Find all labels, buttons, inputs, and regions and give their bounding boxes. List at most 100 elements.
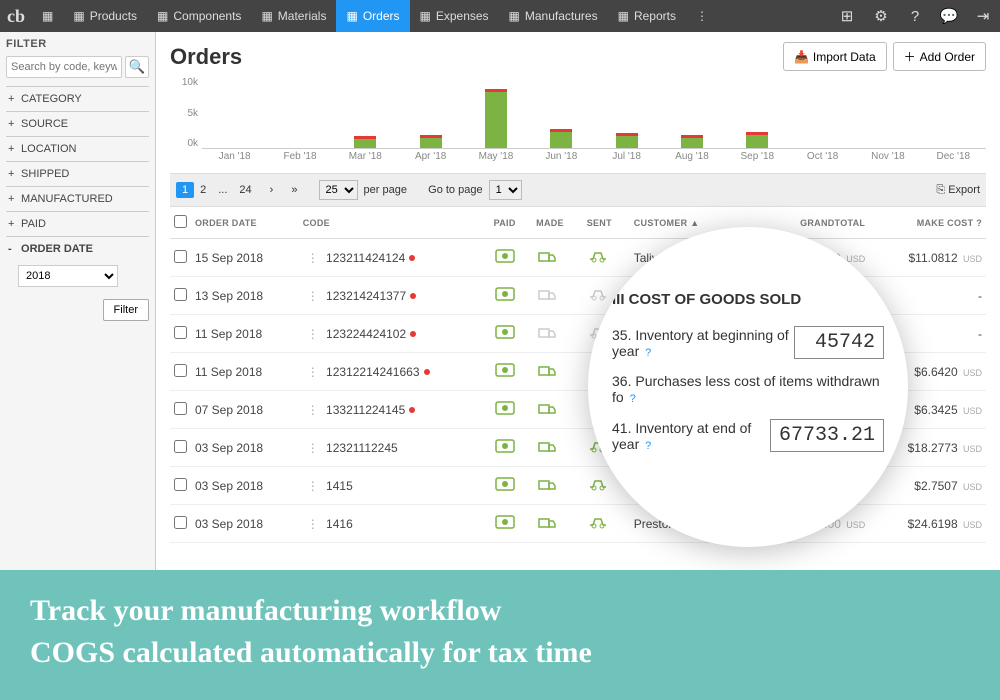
add-order-button[interactable]: ＋Add Order bbox=[893, 42, 986, 71]
filter-category[interactable]: + CATEGORY bbox=[6, 86, 149, 111]
status-icon bbox=[494, 477, 516, 493]
dashboard-icon: ▦ bbox=[42, 9, 53, 23]
layers-icon: ▦ bbox=[261, 9, 272, 23]
plus-icon: ＋ bbox=[904, 48, 916, 65]
import-button[interactable]: 📥Import Data bbox=[783, 42, 887, 71]
col-make[interactable]: MAKE COST ? bbox=[869, 207, 986, 239]
nav-more[interactable]: ⋮ bbox=[686, 0, 718, 32]
nav-orders[interactable]: ▦Orders bbox=[336, 0, 409, 32]
row-checkbox[interactable] bbox=[174, 364, 187, 377]
filter-location[interactable]: + LOCATION bbox=[6, 136, 149, 161]
nav-materials[interactable]: ▦Materials bbox=[251, 0, 336, 32]
orders-chart: 10k5k0k Jan '18Feb '18Mar '18Apr '18May … bbox=[170, 77, 986, 167]
row-menu[interactable]: ⋮ bbox=[303, 403, 323, 417]
per-page-select[interactable]: 25 bbox=[319, 180, 358, 200]
settings-icon[interactable]: ⚙ bbox=[864, 0, 898, 32]
nav-dashboard[interactable]: ▦ bbox=[32, 0, 63, 32]
filter-paid[interactable]: + PAID bbox=[6, 211, 149, 236]
puzzle-icon: ▦ bbox=[157, 9, 168, 23]
row-menu[interactable]: ⋮ bbox=[303, 441, 323, 455]
row-checkbox[interactable] bbox=[174, 440, 187, 453]
select-all-checkbox[interactable] bbox=[174, 215, 187, 228]
overlay-title: III COST OF GOODS SOLD bbox=[612, 291, 884, 308]
banner-line2: COGS calculated automatically for tax ti… bbox=[30, 632, 970, 674]
row-checkbox[interactable] bbox=[174, 402, 187, 415]
nav-expenses[interactable]: ▦Expenses bbox=[410, 0, 499, 32]
status-icon bbox=[587, 249, 609, 265]
status-icon bbox=[494, 401, 516, 417]
filter-source[interactable]: + SOURCE bbox=[6, 111, 149, 136]
nav-manufactures[interactable]: ▦Manufactures bbox=[499, 0, 608, 32]
pager: 12...24 › » 25 per page Go to page 1 ⎘Ex… bbox=[170, 173, 986, 207]
page-1[interactable]: 1 bbox=[176, 182, 194, 198]
status-icon bbox=[494, 325, 516, 341]
per-page-label: per page bbox=[364, 184, 407, 196]
factory-icon: ▦ bbox=[509, 9, 520, 23]
row-checkbox[interactable] bbox=[174, 288, 187, 301]
page-title: Orders bbox=[170, 44, 242, 70]
banner-line1: Track your manufacturing workflow bbox=[30, 590, 970, 632]
logout-icon[interactable]: ⇥ bbox=[966, 0, 1000, 32]
row-checkbox[interactable] bbox=[174, 326, 187, 339]
status-icon bbox=[494, 287, 516, 303]
help-icon[interactable]: ? bbox=[898, 0, 932, 32]
status-icon bbox=[494, 515, 516, 531]
status-icon bbox=[587, 515, 609, 531]
row-checkbox[interactable] bbox=[174, 478, 187, 491]
col-paid[interactable]: PAID bbox=[490, 207, 533, 239]
page-24[interactable]: 24 bbox=[233, 182, 257, 198]
pager-next[interactable]: › bbox=[264, 182, 280, 198]
pager-last[interactable]: » bbox=[285, 182, 303, 198]
filter-button[interactable]: Filter bbox=[103, 299, 149, 321]
row-menu[interactable]: ⋮ bbox=[303, 289, 323, 303]
row-checkbox[interactable] bbox=[174, 516, 187, 529]
col-sent[interactable]: SENT bbox=[583, 207, 630, 239]
col-code[interactable]: CODE bbox=[299, 207, 490, 239]
gift-icon: ▦ bbox=[73, 9, 84, 23]
overlay-row: 41. Inventory at end of year ?67733.21 bbox=[612, 419, 884, 452]
goto-label: Go to page bbox=[428, 184, 482, 196]
export-icon: ⎘ bbox=[936, 184, 945, 197]
table-row[interactable]: 15 Sep 2018⋮ 123211424124Taliyah Carver$… bbox=[170, 239, 986, 277]
filter-title: FILTER bbox=[6, 38, 149, 50]
table-row[interactable]: 03 Sep 2018⋮ 1416Preston Rice$150.00 USD… bbox=[170, 505, 986, 543]
status-icon bbox=[587, 477, 609, 493]
year-select[interactable]: 2018 bbox=[18, 265, 118, 287]
search-button[interactable]: 🔍 bbox=[125, 56, 149, 78]
export-button[interactable]: ⎘Export bbox=[936, 184, 980, 197]
nav-reports[interactable]: ▦Reports bbox=[608, 0, 686, 32]
status-icon bbox=[494, 439, 516, 455]
chat-icon[interactable]: 💬 bbox=[932, 0, 966, 32]
row-menu[interactable]: ⋮ bbox=[303, 479, 323, 493]
cogs-overlay: III COST OF GOODS SOLD 35. Inventory at … bbox=[588, 227, 908, 547]
status-icon bbox=[536, 477, 558, 493]
status-icon bbox=[536, 249, 558, 265]
status-icon bbox=[536, 439, 558, 455]
status-icon bbox=[536, 515, 558, 531]
status-icon bbox=[536, 401, 558, 417]
col-date[interactable]: ORDER DATE bbox=[191, 207, 299, 239]
list-icon: ▦ bbox=[346, 9, 357, 23]
row-menu[interactable]: ⋮ bbox=[303, 365, 323, 379]
add-icon[interactable]: ⊞ bbox=[830, 0, 864, 32]
promo-banner: Track your manufacturing workflow COGS c… bbox=[0, 570, 1000, 700]
filter-manufactured[interactable]: + MANUFACTURED bbox=[6, 186, 149, 211]
search-input[interactable] bbox=[6, 56, 122, 78]
status-icon bbox=[536, 287, 558, 303]
logo[interactable]: cb bbox=[0, 0, 32, 32]
page-...[interactable]: ... bbox=[212, 182, 233, 198]
row-menu[interactable]: ⋮ bbox=[303, 517, 323, 531]
overlay-row: 35. Inventory at beginning of year ?4574… bbox=[612, 326, 884, 359]
goto-select[interactable]: 1 bbox=[489, 180, 522, 200]
overlay-row: 36. Purchases less cost of items withdra… bbox=[612, 373, 884, 405]
row-menu[interactable]: ⋮ bbox=[303, 327, 323, 341]
status-icon bbox=[494, 363, 516, 379]
col-made[interactable]: MADE bbox=[532, 207, 583, 239]
row-checkbox[interactable] bbox=[174, 250, 187, 263]
nav-products[interactable]: ▦Products bbox=[63, 0, 147, 32]
page-2[interactable]: 2 bbox=[194, 182, 212, 198]
filter-order date[interactable]: - ORDER DATE bbox=[6, 236, 149, 261]
filter-shipped[interactable]: + SHIPPED bbox=[6, 161, 149, 186]
row-menu[interactable]: ⋮ bbox=[303, 251, 323, 265]
nav-components[interactable]: ▦Components bbox=[147, 0, 251, 32]
